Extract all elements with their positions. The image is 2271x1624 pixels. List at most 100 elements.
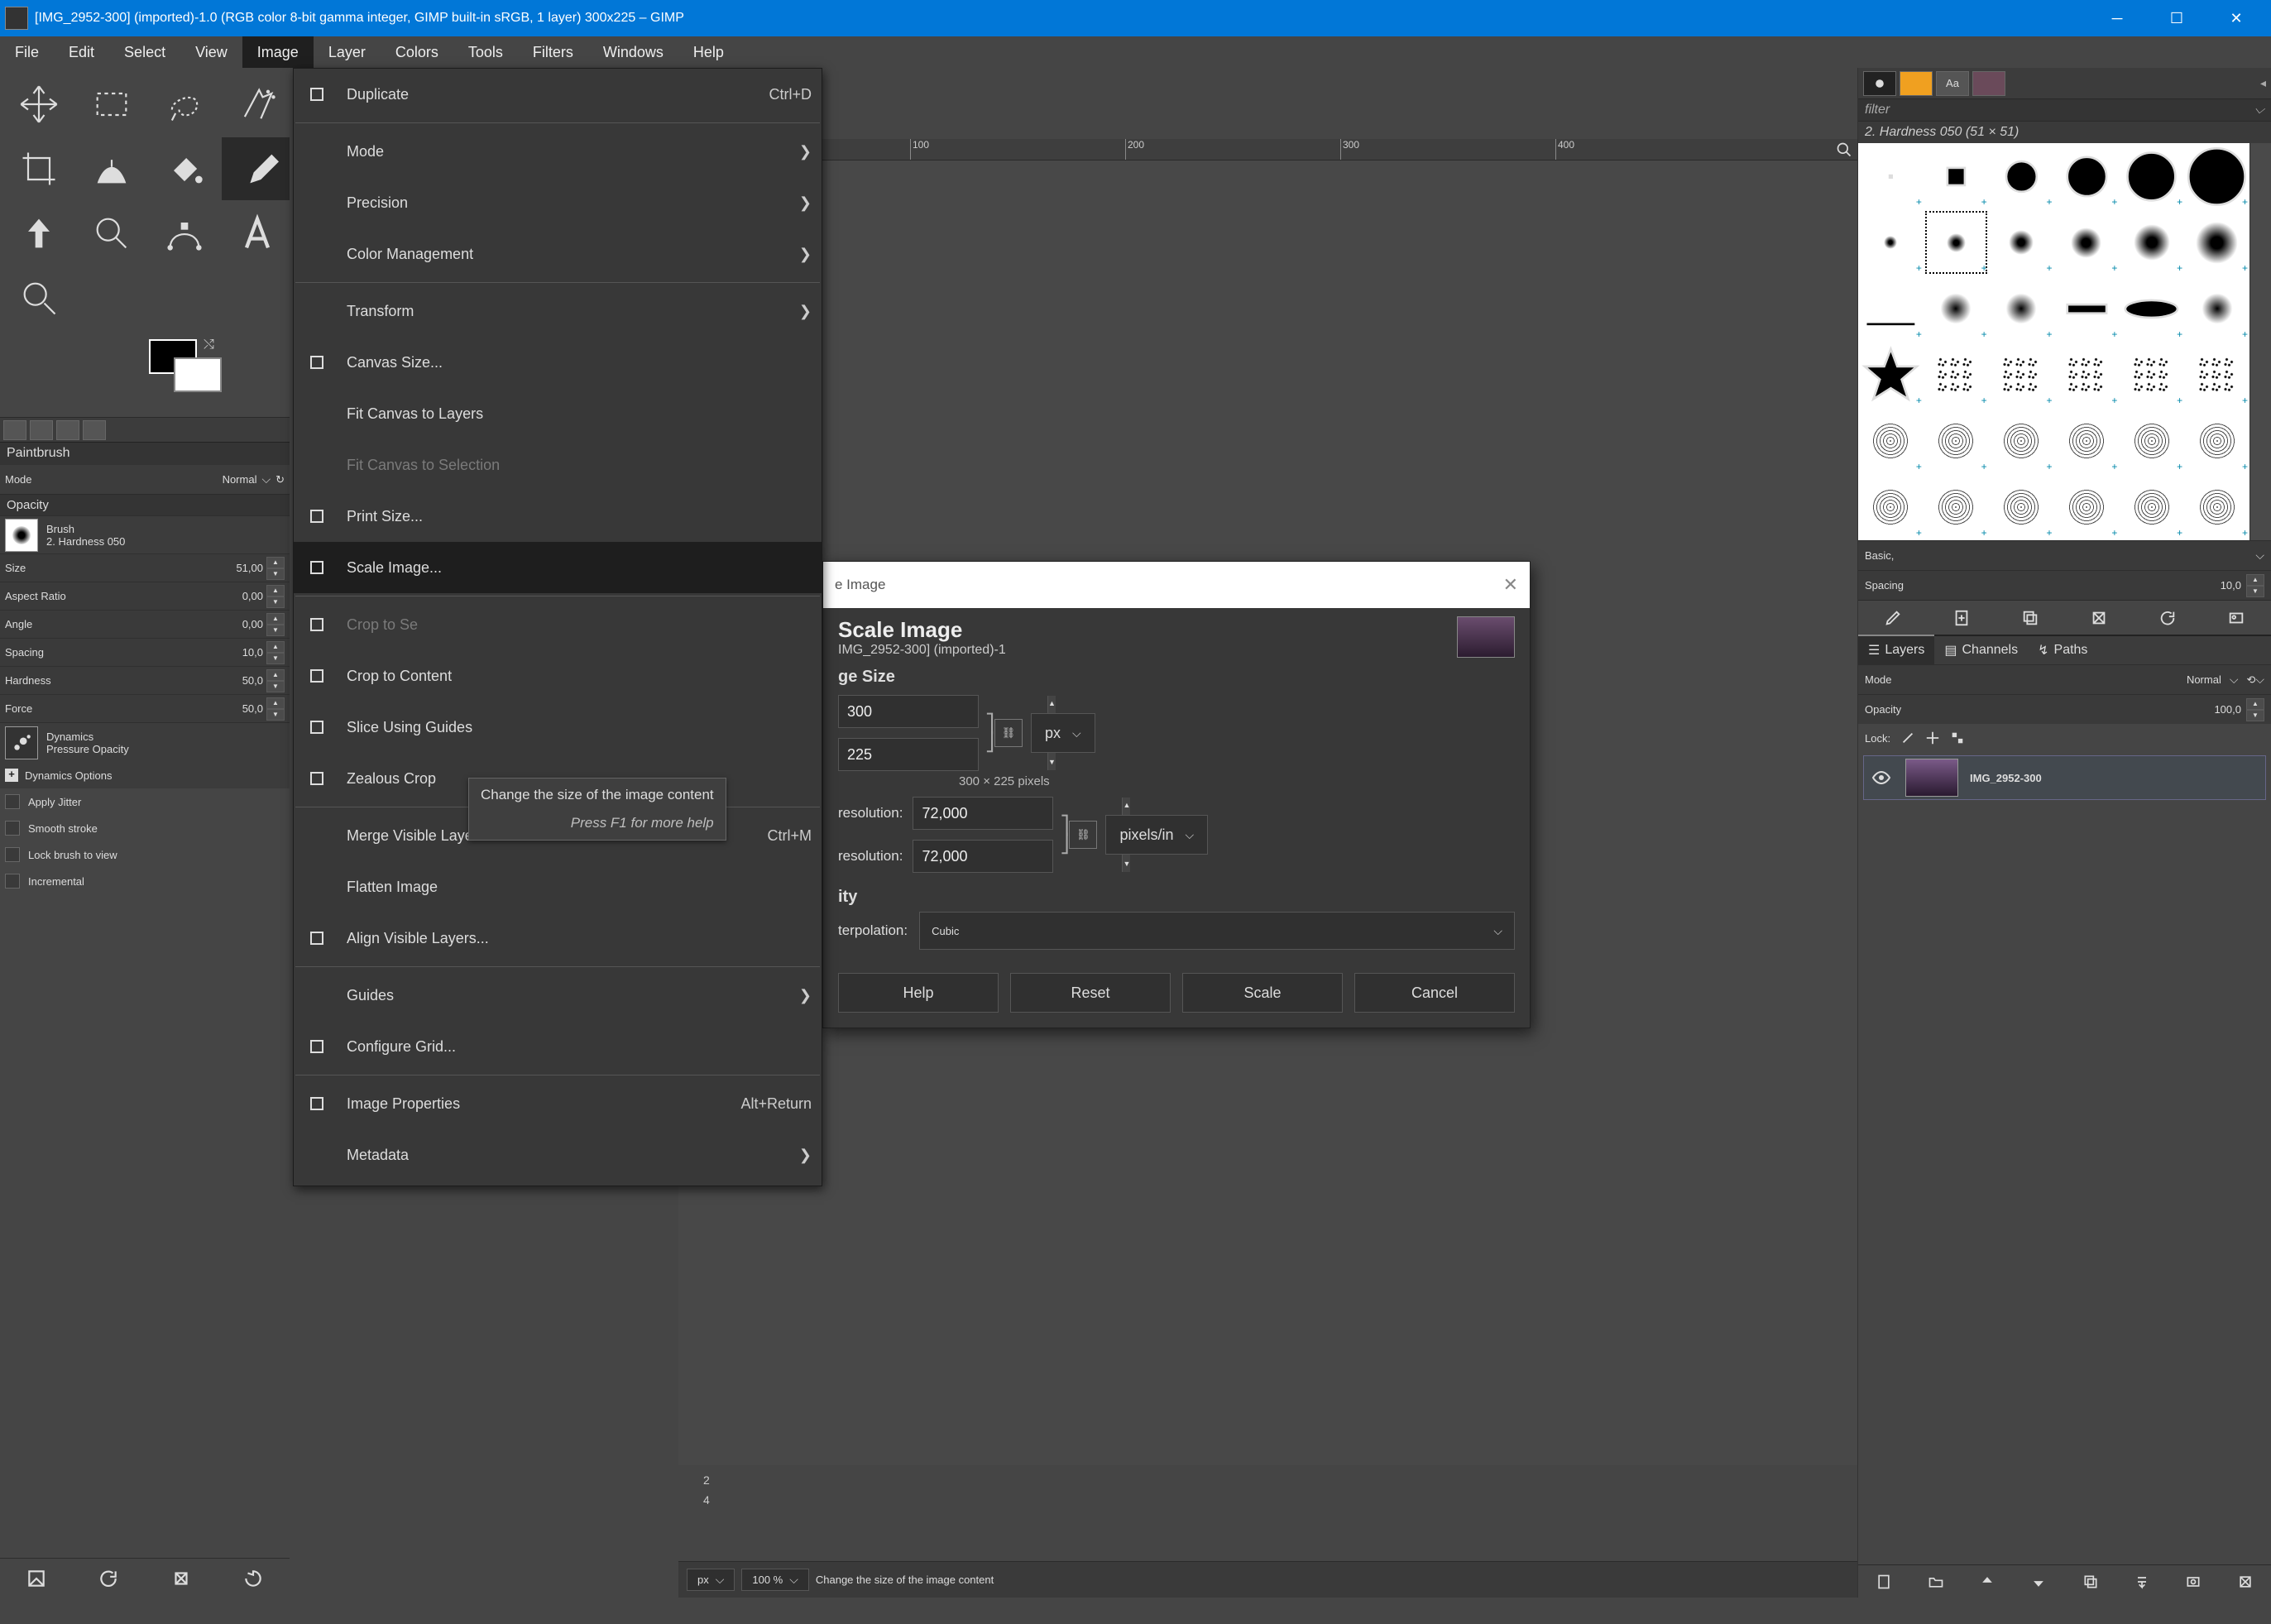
zoom-fit-icon[interactable]: [1831, 139, 1857, 160]
menuitem-scale-image[interactable]: Scale Image...: [294, 542, 822, 593]
checkbox-icon[interactable]: [5, 821, 20, 836]
tab-history[interactable]: [1972, 71, 2005, 96]
image-menu-dropdown[interactable]: DuplicateCtrl+DMode❯Precision❯Color Mana…: [293, 68, 822, 1186]
layer-list[interactable]: IMG_2952-300: [1858, 752, 2271, 1564]
brush-swatch[interactable]: +: [1924, 342, 1989, 408]
blend-mode-row[interactable]: Mode Normal⌵↻: [0, 464, 290, 494]
menu-filters[interactable]: Filters: [518, 36, 588, 68]
brush-swatch[interactable]: +: [1858, 474, 1924, 540]
size-unit-dropdown[interactable]: px⌵: [1031, 713, 1095, 753]
brush-swatch[interactable]: +: [2184, 209, 2249, 275]
close-button[interactable]: ✕: [2206, 0, 2266, 36]
menu-select[interactable]: Select: [109, 36, 180, 68]
xres-input[interactable]: ▲▼: [913, 797, 1053, 830]
bucket-fill-tool[interactable]: [149, 137, 220, 200]
tab-layers[interactable]: ☰Layers: [1858, 635, 1934, 664]
rect-select-tool[interactable]: [76, 73, 147, 136]
layers-dock-tabs[interactable]: ☰Layers▤Channels↯Paths: [1858, 635, 2271, 664]
smooth-stroke-checkbox[interactable]: Smooth stroke: [0, 815, 290, 841]
layer-name[interactable]: IMG_2952-300: [1970, 772, 2042, 784]
brush-swatch[interactable]: +: [1989, 209, 2054, 275]
duplicate-brush-icon[interactable]: [2021, 609, 2039, 627]
free-select-tool[interactable]: [149, 73, 220, 136]
brush-swatch[interactable]: +: [1924, 474, 1989, 540]
brush-swatch[interactable]: +: [2054, 474, 2120, 540]
brush-swatch[interactable]: +: [2184, 342, 2249, 408]
background-color[interactable]: [174, 357, 222, 392]
reset-button[interactable]: Reset: [1010, 973, 1171, 1013]
lock-pixels-icon[interactable]: [1900, 731, 1915, 745]
brush-swatch[interactable]: +: [2054, 342, 2120, 408]
merge-down-icon[interactable]: [2134, 1574, 2150, 1590]
brush-swatch[interactable]: +: [2184, 474, 2249, 540]
delete-brush-icon[interactable]: [2090, 609, 2108, 627]
new-brush-icon[interactable]: [1952, 609, 1971, 627]
zoom-dropdown[interactable]: 100 %⌵: [741, 1569, 809, 1591]
menubar[interactable]: FileEditSelectViewImageLayerColorsToolsF…: [0, 36, 2271, 68]
menu-help[interactable]: Help: [678, 36, 739, 68]
transform-tool[interactable]: [76, 137, 147, 200]
brush-swatch[interactable]: +: [2119, 143, 2184, 209]
move-tool[interactable]: [3, 73, 74, 136]
brush-swatch[interactable]: +: [2119, 275, 2184, 342]
hardness-slider[interactable]: Hardness50,0▲▼: [0, 666, 290, 694]
scale-button[interactable]: Scale: [1182, 973, 1343, 1013]
raise-layer-icon[interactable]: [1979, 1574, 1996, 1590]
brush-swatch[interactable]: +: [2119, 342, 2184, 408]
brush-swatch[interactable]: +: [1858, 408, 1924, 474]
brush-filter-input[interactable]: filter⌵: [1858, 99, 2271, 122]
tab-device-status[interactable]: [30, 420, 53, 440]
refresh-brushes-icon[interactable]: [2158, 609, 2177, 627]
layer-item[interactable]: IMG_2952-300: [1863, 755, 2266, 800]
brush-grid[interactable]: ++++++++++++++++++++++++++++++++++++: [1858, 143, 2249, 540]
help-button[interactable]: Help: [838, 973, 999, 1013]
brush-swatch[interactable]: +: [1989, 342, 2054, 408]
brush-swatch[interactable]: +: [2184, 143, 2249, 209]
lower-layer-icon[interactable]: [2030, 1574, 2047, 1590]
dynamics-icon[interactable]: [5, 726, 38, 759]
tab-fonts[interactable]: Aa: [1936, 71, 1969, 96]
menuitem-configure-grid[interactable]: Configure Grid...: [294, 1021, 822, 1072]
text-tool[interactable]: [222, 202, 293, 265]
force-slider[interactable]: Force50,0▲▼: [0, 694, 290, 722]
yres-input[interactable]: ▲▼: [913, 840, 1053, 873]
save-preset-icon[interactable]: [26, 1568, 47, 1589]
spacing-slider[interactable]: Spacing10,0▲▼: [0, 638, 290, 666]
fuzzy-select-tool[interactable]: [222, 73, 293, 136]
dynamics-options-expander[interactable]: + Dynamics Options: [0, 762, 290, 788]
brush-swatch[interactable]: +: [1989, 408, 2054, 474]
crop-tool[interactable]: [3, 137, 74, 200]
cancel-button[interactable]: Cancel: [1354, 973, 1515, 1013]
menuitem-image-properties[interactable]: Image PropertiesAlt+Return: [294, 1078, 822, 1129]
menuitem-transform[interactable]: Transform❯: [294, 285, 822, 337]
edit-brush-icon[interactable]: [1884, 609, 1902, 627]
brush-preset-dropdown[interactable]: Basic,⌵: [1858, 540, 2271, 570]
dialog-close-icon[interactable]: ✕: [1503, 574, 1518, 596]
brush-swatch[interactable]: +: [1858, 143, 1924, 209]
open-as-image-icon[interactable]: [2227, 609, 2245, 627]
clone-tool[interactable]: [3, 202, 74, 265]
lock-brush-to-view-checkbox[interactable]: Lock brush to view: [0, 841, 290, 868]
menu-windows[interactable]: Windows: [588, 36, 678, 68]
tab-paths[interactable]: ↯Paths: [2028, 636, 2097, 664]
smudge-tool[interactable]: [76, 202, 147, 265]
tab-brushes[interactable]: [1863, 71, 1896, 96]
menu-file[interactable]: File: [0, 36, 54, 68]
brush-swatch[interactable]: +: [2184, 275, 2249, 342]
checkbox-icon[interactable]: [5, 794, 20, 809]
brush-spacing-row[interactable]: Spacing10,0▲▼: [1858, 570, 2271, 600]
menuitem-guides[interactable]: Guides❯: [294, 970, 822, 1021]
mode-reset-icon[interactable]: ↻: [275, 473, 285, 486]
menu-image[interactable]: Image: [242, 36, 314, 68]
layer-thumbnail[interactable]: [1905, 759, 1958, 797]
res-unit-dropdown[interactable]: pixels/in⌵: [1105, 815, 1208, 855]
height-input[interactable]: ▲▼: [838, 738, 979, 771]
color-swatches[interactable]: ⤭: [0, 334, 290, 417]
path-tool[interactable]: [149, 202, 220, 265]
apply-jitter-checkbox[interactable]: Apply Jitter: [0, 788, 290, 815]
mode-switch-icon[interactable]: ⟲: [2246, 673, 2255, 687]
incremental-checkbox[interactable]: Incremental: [0, 868, 290, 894]
swap-colors-icon[interactable]: ⤭: [204, 338, 214, 352]
menu-layer[interactable]: Layer: [314, 36, 381, 68]
aspect-ratio-slider[interactable]: Aspect Ratio0,00▲▼: [0, 582, 290, 610]
